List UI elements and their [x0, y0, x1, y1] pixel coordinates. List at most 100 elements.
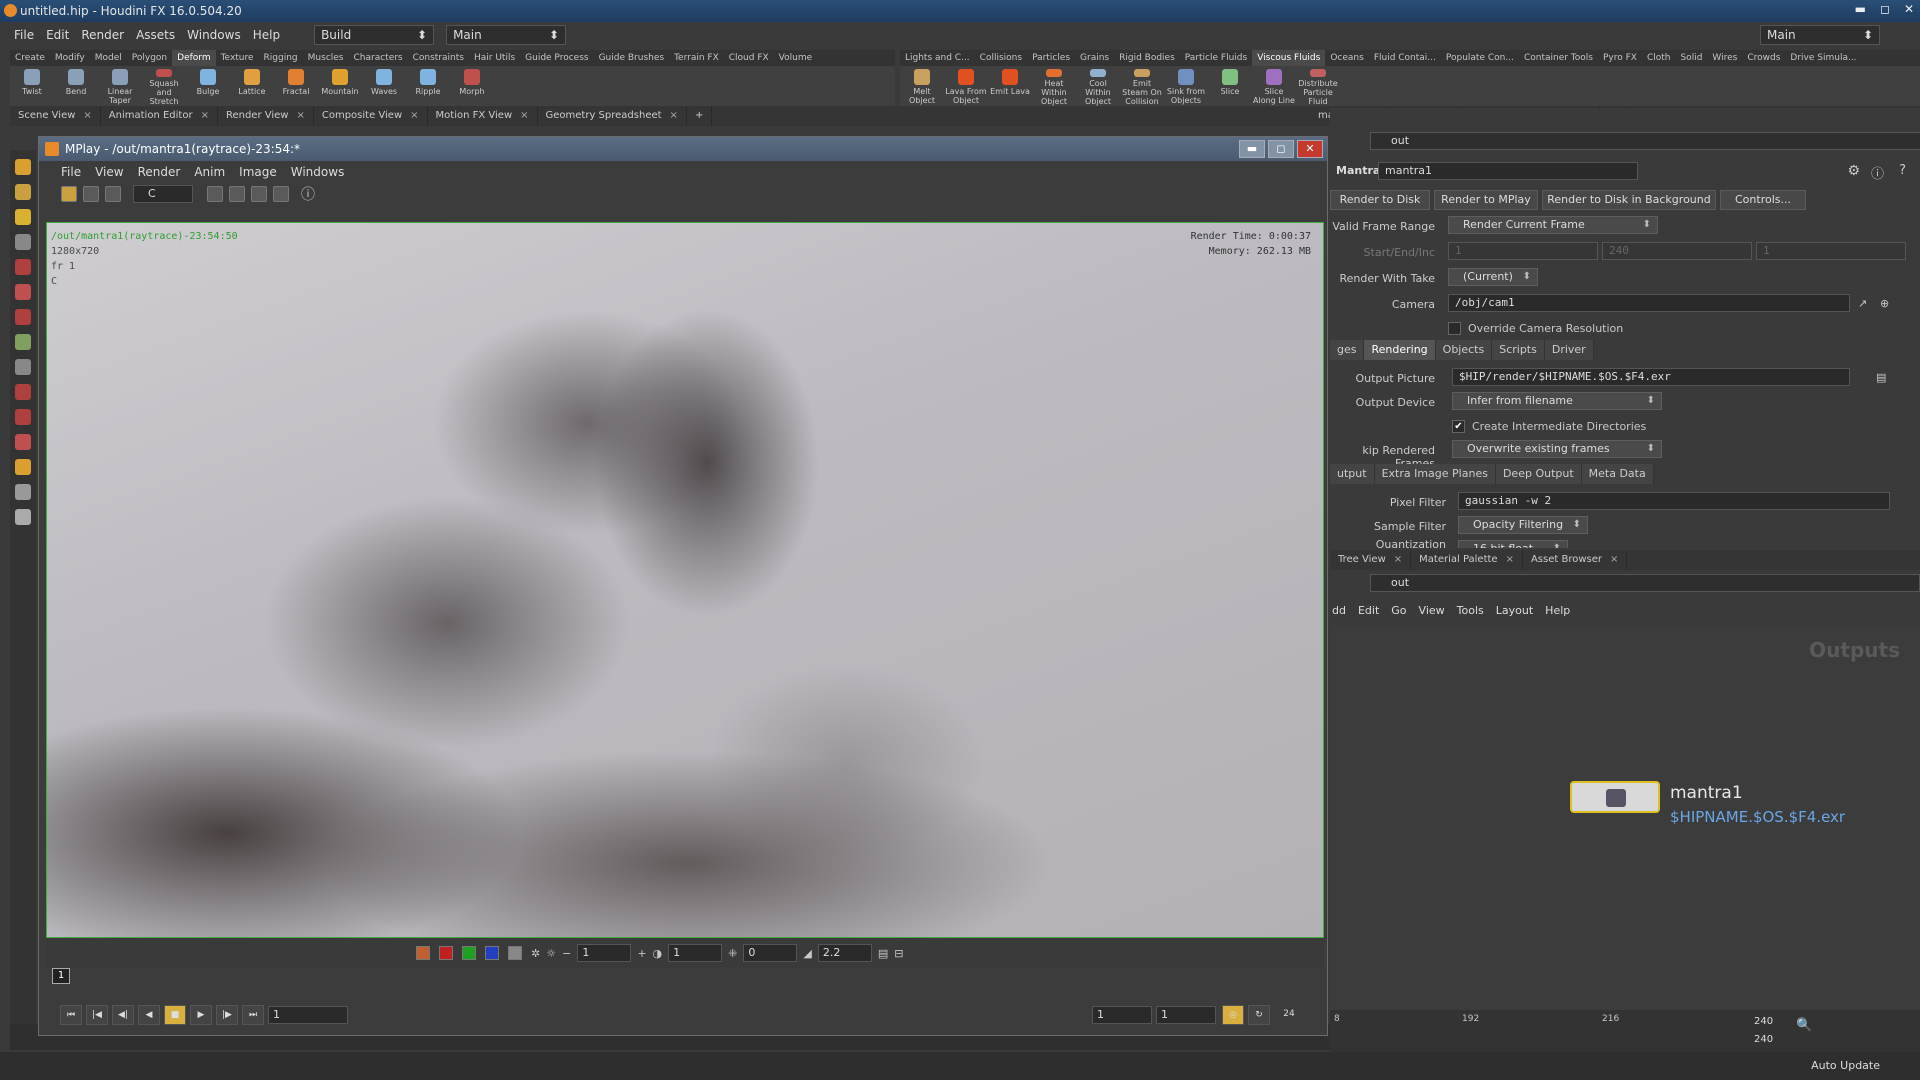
blue-channel-icon[interactable] [485, 946, 499, 960]
file-browse-icon[interactable]: ▤ [1876, 371, 1886, 384]
move-tool-icon[interactable] [15, 184, 31, 200]
pose-icon[interactable] [15, 459, 31, 475]
adjust-icon[interactable]: ⊟ [894, 947, 903, 960]
network-tab-tree-view[interactable]: Tree View × [1330, 550, 1412, 570]
sample-filter-dropdown[interactable]: Opacity Filtering [1458, 516, 1588, 534]
range-start-field[interactable]: 1 [1092, 1006, 1152, 1024]
alpha-channel-icon[interactable] [508, 946, 522, 960]
tool-emit-steam-on-collision[interactable]: Emit Steam On Collision [1120, 66, 1164, 106]
mplay-minimize-button[interactable]: ▬ [1239, 140, 1265, 158]
end-frame[interactable]: 240 [1754, 1016, 1773, 1027]
shelf-tab-deform[interactable]: Deform [172, 50, 216, 66]
zoom-in-icon[interactable] [207, 186, 223, 202]
close-tab-icon[interactable]: × [1394, 554, 1402, 565]
tool-melt-object[interactable]: Melt Object [900, 66, 944, 106]
menu-file[interactable]: File [14, 28, 34, 42]
shelf-tab-polygon[interactable]: Polygon [127, 50, 172, 66]
network-tab-material-palette[interactable]: Material Palette × [1411, 550, 1523, 570]
menu-help[interactable]: Help [253, 28, 280, 42]
fps-value[interactable]: 24 [1274, 1005, 1304, 1025]
frame-marker[interactable]: 1 [52, 968, 70, 984]
lut-icon[interactable]: ▤ [878, 947, 888, 960]
shelf-tab-oceans[interactable]: Oceans [1325, 50, 1368, 66]
mantra-node[interactable] [1570, 781, 1660, 813]
param-tab-deep-output[interactable]: Deep Output [1495, 464, 1582, 484]
magnet-snap-icon[interactable] [15, 434, 31, 450]
gear-icon[interactable]: ⚙ [1847, 163, 1860, 179]
network-menu-go[interactable]: Go [1391, 604, 1406, 626]
tool-lattice[interactable]: Lattice [230, 66, 274, 106]
render-to-disk-button[interactable]: Render to Disk [1330, 190, 1430, 210]
snap-point-icon[interactable] [15, 409, 31, 425]
mplay-menu-windows[interactable]: Windows [291, 165, 345, 179]
shelf-tab-populate-con[interactable]: Populate Con... [1441, 50, 1519, 66]
camera-icon[interactable] [15, 359, 31, 375]
shelf-tab-particles[interactable]: Particles [1027, 50, 1075, 66]
mplay-menu-view[interactable]: View [95, 165, 123, 179]
menu-assets[interactable]: Assets [136, 28, 175, 42]
select-tool-icon[interactable] [15, 159, 31, 175]
shelf-tab-collisions[interactable]: Collisions [975, 50, 1027, 66]
network-menu-dd[interactable]: dd [1332, 604, 1346, 626]
tool-waves[interactable]: Waves [362, 66, 406, 106]
mplay-menu-image[interactable]: Image [239, 165, 277, 179]
mplay-maximize-button[interactable]: ◻ [1268, 140, 1294, 158]
decrement-icon[interactable]: − [562, 947, 571, 960]
shelf-tab-rigid-bodies[interactable]: Rigid Bodies [1114, 50, 1180, 66]
step-back-icon[interactable]: ◀| [112, 1005, 134, 1025]
offset-field[interactable]: 0 [743, 944, 798, 962]
shelf-tab-cloth[interactable]: Cloth [1642, 50, 1676, 66]
shelf-tab-wires[interactable]: Wires [1707, 50, 1742, 66]
tool-fractal[interactable]: Fractal [274, 66, 318, 106]
context-selector[interactable]: Main ⬍ [446, 25, 567, 45]
handle-tool-icon[interactable] [15, 209, 31, 225]
close-tab-icon[interactable]: × [520, 110, 528, 121]
output-device-dropdown[interactable]: Infer from filename [1452, 392, 1662, 410]
network-menu-edit[interactable]: Edit [1358, 604, 1379, 626]
tool-emit-lava[interactable]: Emit Lava [988, 66, 1032, 106]
pane-tab-scene-view[interactable]: Scene View × [10, 106, 101, 126]
compare-icon[interactable] [83, 186, 99, 202]
network-menu-tools[interactable]: Tools [1457, 604, 1484, 626]
play-reverse-icon[interactable]: ◀ [138, 1005, 160, 1025]
pixel-filter-field[interactable]: gaussian -w 2 [1458, 492, 1890, 510]
brightness-icon[interactable]: ✲ [531, 947, 540, 960]
node-name-field[interactable]: mantra1 [1378, 162, 1638, 180]
tool-morph[interactable]: Morph [450, 66, 494, 106]
auto-update-label[interactable]: Auto Update [1811, 1059, 1880, 1072]
current-frame-field[interactable]: 1 [268, 1006, 348, 1024]
timeline[interactable]: 8 192 216 240 240 🔍 [1330, 1010, 1920, 1052]
shelf-tab-container-tools[interactable]: Container Tools [1519, 50, 1598, 66]
shelf-tab-drive-simula[interactable]: Drive Simula... [1785, 50, 1861, 66]
start-field[interactable]: 1 [1448, 242, 1598, 260]
brightness-icon[interactable]: ☼ [546, 947, 556, 960]
snap-icon[interactable] [15, 384, 31, 400]
green-channel-icon[interactable] [462, 946, 476, 960]
pane-tab-geometry-spreadsheet[interactable]: Geometry Spreadsheet × [538, 106, 687, 126]
shelf-tab-solid[interactable]: Solid [1675, 50, 1707, 66]
quantization-dropdown[interactable]: 16 bit float [1458, 540, 1568, 548]
shelf-tab-rigging[interactable]: Rigging [259, 50, 303, 66]
desktop-selector[interactable]: Build ⬍ [314, 25, 435, 45]
param-tab-meta-data[interactable]: Meta Data [1581, 464, 1654, 484]
shelf-tab-fluid-contai[interactable]: Fluid Contai... [1369, 50, 1441, 66]
pointer-icon[interactable] [15, 234, 31, 250]
shelf-tab-texture[interactable]: Texture [216, 50, 259, 66]
display-icon[interactable] [105, 186, 121, 202]
end-frame-2[interactable]: 240 [1754, 1034, 1773, 1045]
close-button[interactable]: ✕ [1904, 2, 1914, 16]
output-picture-field[interactable]: $HIP/render/$HIPNAME.$OS.$F4.exr [1452, 368, 1850, 386]
network-menu-view[interactable]: View [1419, 604, 1445, 626]
shelf-tab-lights-and-c[interactable]: Lights and C... [900, 50, 975, 66]
loop-icon[interactable]: ↻ [1248, 1005, 1270, 1025]
param-tab-rendering[interactable]: Rendering [1364, 340, 1436, 360]
zoom-out-icon[interactable] [229, 186, 245, 202]
tool-linear-taper[interactable]: Linear Taper [98, 66, 142, 106]
shelf-tab-grains[interactable]: Grains [1075, 50, 1114, 66]
render-to-mplay-button[interactable]: Render to MPlay [1434, 190, 1538, 210]
add-tab-icon[interactable]: + [687, 106, 713, 126]
help-icon[interactable]: ⓘ [1871, 163, 1884, 182]
create-dirs-checkbox[interactable]: ✔ [1452, 420, 1465, 433]
close-tab-icon[interactable]: × [201, 110, 209, 121]
render-viewer[interactable]: /out/mantra1(raytrace)-23:54:50 1280x720… [46, 222, 1324, 938]
